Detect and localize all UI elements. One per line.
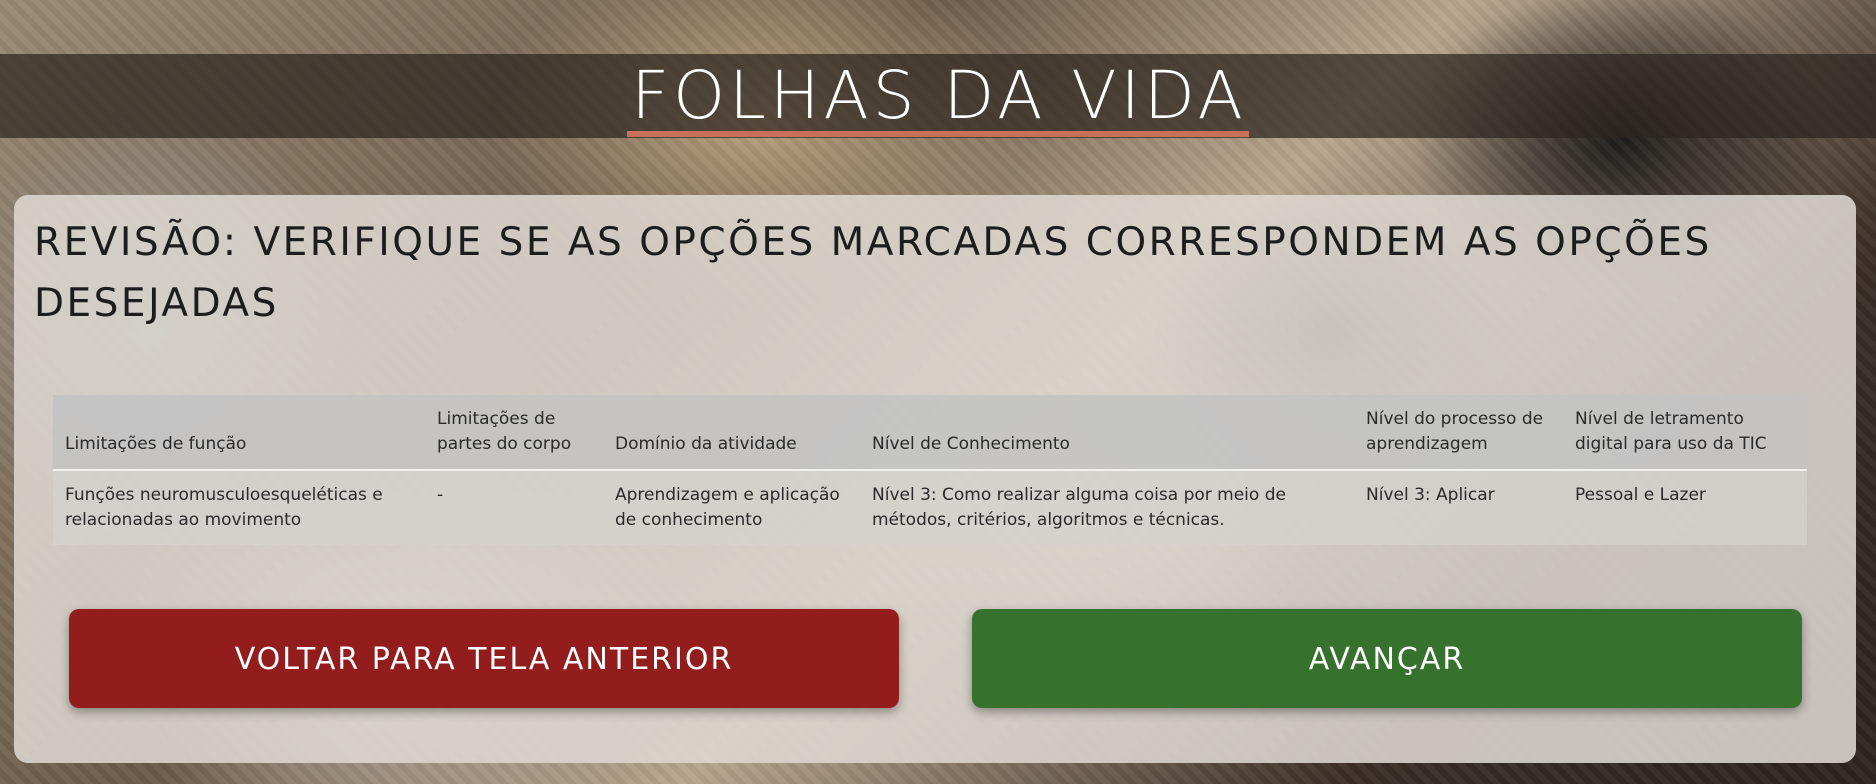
column-header-nivel-processo-aprendizagem: Nível do processo de aprendizagem xyxy=(1354,395,1563,471)
table-cell: Pessoal e Lazer xyxy=(1563,470,1807,545)
column-header-limitacoes-partes-corpo: Limitações de partes do corpo xyxy=(425,395,603,471)
table-cell: Nível 3: Aplicar xyxy=(1354,470,1563,545)
review-table-header: Limitações de função Limitações de parte… xyxy=(53,395,1807,471)
back-button[interactable]: VOLTAR PARA TELA ANTERIOR xyxy=(69,609,899,708)
next-button[interactable]: AVANÇAR xyxy=(972,609,1802,708)
column-header-dominio-atividade: Domínio da atividade xyxy=(603,395,860,471)
table-row: Funções neuromusculoesqueléticas e relac… xyxy=(53,470,1807,545)
table-cell: Nível 3: Como realizar alguma coisa por … xyxy=(860,470,1354,545)
table-cell: - xyxy=(425,470,603,545)
page-title: FOLHAS DA VIDA xyxy=(0,54,1876,138)
page-title-text: FOLHAS DA VIDA xyxy=(627,61,1249,137)
review-heading: REVISÃO: VERIFIQUE SE AS OPÇÕES MARCADAS… xyxy=(34,220,1712,326)
column-header-limitacoes-funcao: Limitações de função xyxy=(53,395,425,471)
table-cell: Funções neuromusculoesqueléticas e relac… xyxy=(53,470,425,545)
table-header-row: Limitações de função Limitações de parte… xyxy=(53,395,1807,471)
review-table: Limitações de função Limitações de parte… xyxy=(53,395,1807,545)
review-table-body: Funções neuromusculoesqueléticas e relac… xyxy=(53,470,1807,545)
column-header-nivel-conhecimento: Nível de Conhecimento xyxy=(860,395,1354,471)
table-cell: Aprendizagem e aplicação de conhecimento xyxy=(603,470,860,545)
column-header-nivel-letramento-digital: Nível de letramento digital para uso da … xyxy=(1563,395,1807,471)
